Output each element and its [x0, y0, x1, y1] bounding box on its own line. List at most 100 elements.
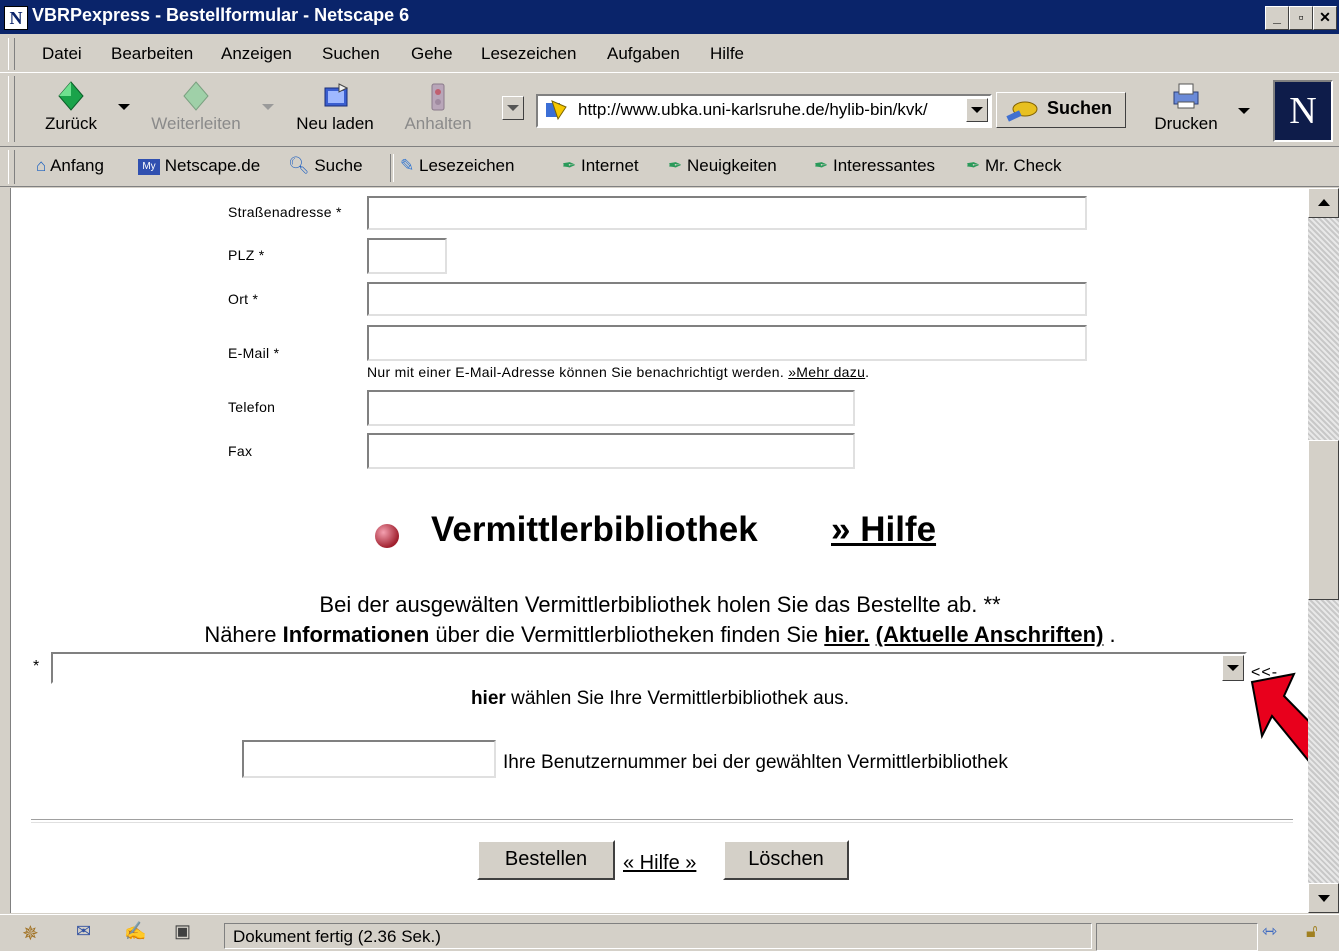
print-button[interactable]: Drucken: [1146, 80, 1226, 134]
my-netscape-icon: My: [138, 158, 160, 175]
vertical-scrollbar[interactable]: [1308, 188, 1339, 913]
current-addresses-link[interactable]: (Aktuelle Anschriften): [876, 622, 1104, 647]
info-here-link[interactable]: hier.: [824, 622, 869, 647]
url-bar[interactable]: [536, 94, 992, 128]
chevron-down-icon: [507, 105, 519, 111]
stop-button[interactable]: Anhalten: [398, 80, 478, 134]
maximize-button[interactable]: ▫: [1289, 6, 1313, 30]
bookmarks-icon: ✎: [400, 156, 415, 175]
url-input[interactable]: [578, 100, 946, 120]
search-icon: [1006, 101, 1038, 122]
menu-aufgaben[interactable]: Aufgaben: [607, 44, 680, 64]
reload-button[interactable]: Neu laden: [290, 80, 380, 134]
menu-lesezeichen[interactable]: Lesezeichen: [481, 44, 576, 64]
bookmark-pen-icon: ✒: [814, 156, 829, 175]
phone-label: Telefon: [228, 399, 276, 415]
netscape-throbber-logo[interactable]: N: [1273, 80, 1333, 142]
composer-icon[interactable]: ✍: [124, 921, 146, 942]
page-content: Straßenadresse * PLZ * Ort * E-Mail * Nu…: [10, 188, 1309, 913]
menu-anzeigen[interactable]: Anzeigen: [221, 44, 292, 64]
scroll-thumb[interactable]: [1308, 440, 1339, 600]
fax-input[interactable]: [367, 433, 855, 469]
toolbar-separator: [390, 154, 394, 182]
back-dropdown-icon[interactable]: [118, 104, 130, 110]
toolbar-grip[interactable]: [8, 38, 15, 70]
menu-bar: Datei Bearbeiten Anzeigen Suchen Gehe Le…: [0, 36, 1339, 73]
personal-toolbar: ⌂ Anfang My Netscape.de 🔍︎ Suche ✎ Lesez…: [0, 148, 1339, 187]
email-input[interactable]: [367, 325, 1087, 361]
print-dropdown-icon[interactable]: [1238, 108, 1250, 114]
window-title: VBRPexpress - Bestellformular - Netscape…: [32, 5, 410, 25]
bookmark-netscape-de[interactable]: My Netscape.de: [138, 156, 260, 176]
bookmark-internet[interactable]: ✒ Internet: [562, 156, 639, 176]
page-proxy-icon: [546, 100, 567, 121]
zip-input[interactable]: [367, 238, 447, 274]
section-help-link[interactable]: » Hilfe: [831, 510, 936, 550]
user-number-input[interactable]: [242, 740, 496, 778]
menu-gehe[interactable]: Gehe: [411, 44, 453, 64]
chevron-down-icon: [1227, 665, 1239, 671]
phone-input[interactable]: [367, 390, 855, 426]
navigator-icon[interactable]: ✵: [22, 921, 39, 946]
section-heading: Vermittlerbibliothek: [431, 510, 758, 549]
security-lock-icon[interactable]: 🔓︎: [1306, 921, 1318, 942]
status-bar: ✵ ✉ ✍ ▣ Dokument fertig (2.36 Sek.) ⇿ 🔓︎: [0, 914, 1339, 951]
menu-suchen[interactable]: Suchen: [322, 44, 380, 64]
address-book-icon[interactable]: ▣: [174, 921, 191, 942]
required-star: *: [33, 658, 40, 675]
minimize-button[interactable]: _: [1265, 6, 1289, 30]
menu-bearbeiten[interactable]: Bearbeiten: [111, 44, 193, 64]
email-label: E-Mail *: [228, 345, 280, 361]
bookmark-pen-icon: ✒: [668, 156, 683, 175]
progress-panel: [1096, 923, 1258, 951]
bookmark-anfang[interactable]: ⌂ Anfang: [36, 156, 104, 176]
stop-icon: [431, 83, 445, 111]
netscape-app-icon: N: [4, 6, 28, 30]
horizontal-rule: [31, 819, 1293, 823]
home-icon: ⌂: [36, 156, 47, 175]
bookmark-neuigkeiten[interactable]: ✒ Neuigkeiten: [668, 156, 777, 176]
forward-arrow-icon: [183, 81, 209, 111]
bookmark-interessantes[interactable]: ✒ Interessantes: [814, 156, 935, 176]
search-button[interactable]: Suchen: [996, 92, 1126, 128]
street-label: Straßenadresse *: [228, 204, 342, 220]
info-line-1: Bei der ausgewälten Vermittlerbibliothek…: [319, 592, 1001, 617]
menu-hilfe[interactable]: Hilfe: [710, 44, 744, 64]
library-select[interactable]: [51, 652, 1247, 684]
info-line-2: Nähere Informationen über die Vermittler…: [204, 622, 1116, 647]
city-input[interactable]: [367, 282, 1087, 316]
bullet-icon: [375, 524, 399, 548]
order-button[interactable]: Bestellen: [477, 840, 615, 880]
email-note: Nur mit einer E-Mail-Adresse können Sie …: [367, 364, 870, 380]
bookmark-lesezeichen[interactable]: ✎ Lesezeichen: [400, 156, 514, 176]
scroll-up-arrow-icon: [1318, 199, 1330, 206]
fax-label: Fax: [228, 443, 253, 459]
scroll-down-button[interactable]: [1308, 883, 1339, 913]
magnifier-icon: 🔍︎: [288, 156, 310, 175]
zip-label: PLZ *: [228, 247, 265, 263]
forward-button[interactable]: Weiterleiten: [146, 80, 246, 134]
forward-dropdown-icon[interactable]: [262, 104, 274, 110]
menu-datei[interactable]: Datei: [42, 44, 82, 64]
printer-icon: [1173, 83, 1199, 109]
email-more-link[interactable]: »Mehr dazu: [788, 364, 865, 380]
scroll-down-arrow-icon: [1318, 895, 1330, 902]
url-dropdown-button[interactable]: [966, 98, 988, 122]
bookmark-suche[interactable]: 🔍︎ Suche: [288, 156, 363, 176]
mail-icon[interactable]: ✉: [76, 921, 91, 942]
street-input[interactable]: [367, 196, 1087, 230]
url-history-dropdown[interactable]: [502, 96, 524, 120]
online-status-icon[interactable]: ⇿: [1262, 921, 1277, 942]
title-bar: N VBRPexpress - Bestellformular - Netsca…: [0, 0, 1339, 34]
close-button[interactable]: ✕: [1313, 6, 1337, 30]
back-button[interactable]: Zurück: [38, 80, 104, 134]
toolbar-grip[interactable]: [8, 76, 15, 142]
select-dropdown-button[interactable]: [1222, 655, 1244, 681]
help-link[interactable]: « Hilfe »: [623, 852, 696, 875]
scroll-up-button[interactable]: [1308, 188, 1339, 218]
bookmark-mr-check[interactable]: ✒ Mr. Check: [966, 156, 1062, 176]
delete-button[interactable]: Löschen: [723, 840, 849, 880]
chevron-down-icon: [971, 107, 983, 113]
user-number-label: Ihre Benutzernummer bei der gewählten Ve…: [503, 752, 1008, 773]
toolbar-grip[interactable]: [8, 150, 15, 184]
